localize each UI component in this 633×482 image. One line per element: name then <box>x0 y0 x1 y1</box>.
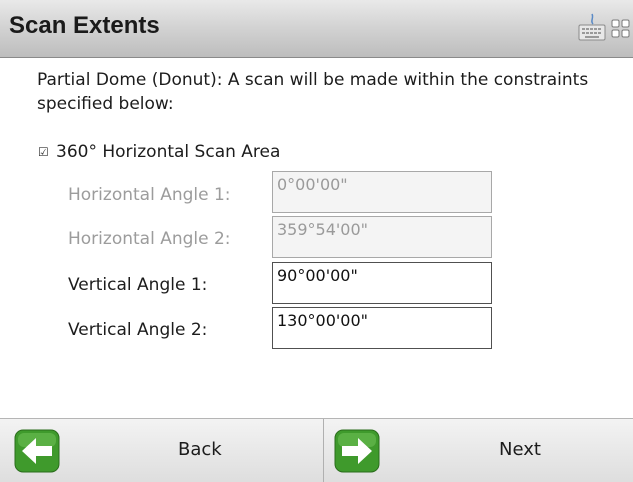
next-button[interactable]: Next <box>324 419 633 482</box>
horizontal-scan-checkbox-row[interactable]: ☑ 360° Horizontal Scan Area <box>38 140 280 164</box>
next-arrow-icon <box>334 429 380 477</box>
vertical-angle-1-input[interactable]: 90°00'00" <box>272 262 492 304</box>
vertical-angle-2-input[interactable]: 130°00'00" <box>272 307 492 349</box>
horizontal-scan-label: 360° Horizontal Scan Area <box>56 142 281 162</box>
grid-icon[interactable] <box>611 12 633 46</box>
back-label: Back <box>178 439 222 460</box>
back-button[interactable]: Back <box>0 419 323 482</box>
horizontal-angle-2-input[interactable]: 359°54'00" <box>272 216 492 258</box>
horizontal-angle-1-input[interactable]: 0°00'00" <box>272 171 492 213</box>
page-title: Scan Extents <box>9 12 160 39</box>
bottom-navigation-bar: Back Next <box>0 418 633 482</box>
vertical-angle-1-label: Vertical Angle 1: <box>68 275 208 295</box>
scan-description: Partial Dome (Donut): A scan will be mad… <box>37 70 589 114</box>
horizontal-angle-2-label: Horizontal Angle 2: <box>68 229 231 249</box>
vertical-angle-2-label: Vertical Angle 2: <box>68 320 208 340</box>
back-arrow-icon <box>14 429 60 477</box>
horizontal-angle-1-label: Horizontal Angle 1: <box>68 185 231 205</box>
checkmark-icon[interactable]: ☑ <box>38 140 52 164</box>
next-label: Next <box>499 439 541 460</box>
title-bar: Scan Extents <box>0 0 633 58</box>
keyboard-icon[interactable] <box>578 12 606 46</box>
